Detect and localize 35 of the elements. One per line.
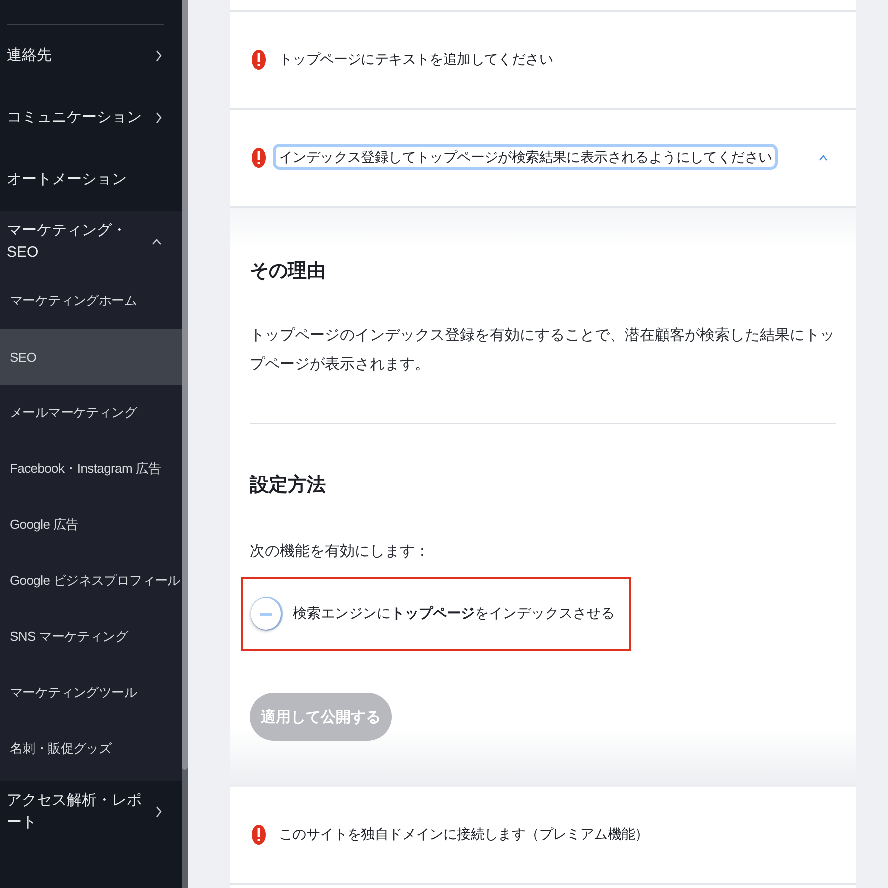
nav-subitem[interactable]: マーケティングホーム <box>0 273 182 329</box>
nav-subitem[interactable]: SEO <box>0 329 182 385</box>
nav-subitem[interactable]: 名刺・販促グッズ <box>0 721 182 777</box>
section-heading: 設定方法 <box>250 474 327 498</box>
nav-label: マーケティング・SEO <box>7 220 128 263</box>
reason-text: トップページのインデックス登録を有効にすることで、潜在顧客が検索した結果にトップページが表示されます。 <box>250 326 836 374</box>
nav-label: 連絡先 <box>7 46 52 66</box>
toggle-label: 検索エンジンにトップページをインデックスさせる <box>293 605 615 623</box>
nav-item[interactable]: アクセス解析・レポート <box>0 781 182 843</box>
nav-label: コミュニケーション <box>7 108 142 128</box>
nav-item[interactable]: 連絡先 <box>0 25 182 87</box>
index-toggle[interactable] <box>251 597 283 631</box>
nav-subitem[interactable]: Google 広告 <box>0 497 182 553</box>
scrollbar[interactable] <box>182 0 188 888</box>
issue-title: トップページにテキストを追加してください <box>278 50 554 69</box>
issue-title: インデックス登録してトップページが検索結果に表示されるようにしてください <box>276 147 776 167</box>
nav-subitem[interactable]: SNS マーケティング <box>0 609 182 665</box>
setup-intro: 次の機能を有効にします： <box>250 542 431 561</box>
section-heading: その理由 <box>250 260 327 284</box>
issue-row[interactable]: インデックス登録してトップページが検索結果に表示されるようにしてください <box>230 110 856 208</box>
nav-subitem[interactable]: メールマーケティング <box>0 385 182 441</box>
nav-subitem[interactable]: マーケティングツール <box>0 665 182 721</box>
nav-item[interactable]: オートメーション <box>0 149 182 211</box>
alert-icon <box>252 147 266 169</box>
nav-item[interactable]: コミュニケーション <box>0 87 182 149</box>
issue-row[interactable]: トップページにテキストを追加してください <box>230 12 856 110</box>
chevron-up-icon <box>819 155 828 161</box>
nav-subitem[interactable]: Facebook・Instagram 広告 <box>0 441 182 497</box>
nav-subitem[interactable]: Google ビジネスプロフィール <box>0 553 182 609</box>
nav-label: アクセス解析・レポート <box>7 790 143 833</box>
alert-icon <box>252 824 266 846</box>
issue-row[interactable]: このサイトを独自ドメインに接続します（プレミアム機能） <box>230 787 856 885</box>
nav-label: オートメーション <box>7 170 127 190</box>
alert-icon <box>252 49 266 71</box>
issue-title: このサイトを独自ドメインに接続します（プレミアム機能） <box>278 825 650 844</box>
